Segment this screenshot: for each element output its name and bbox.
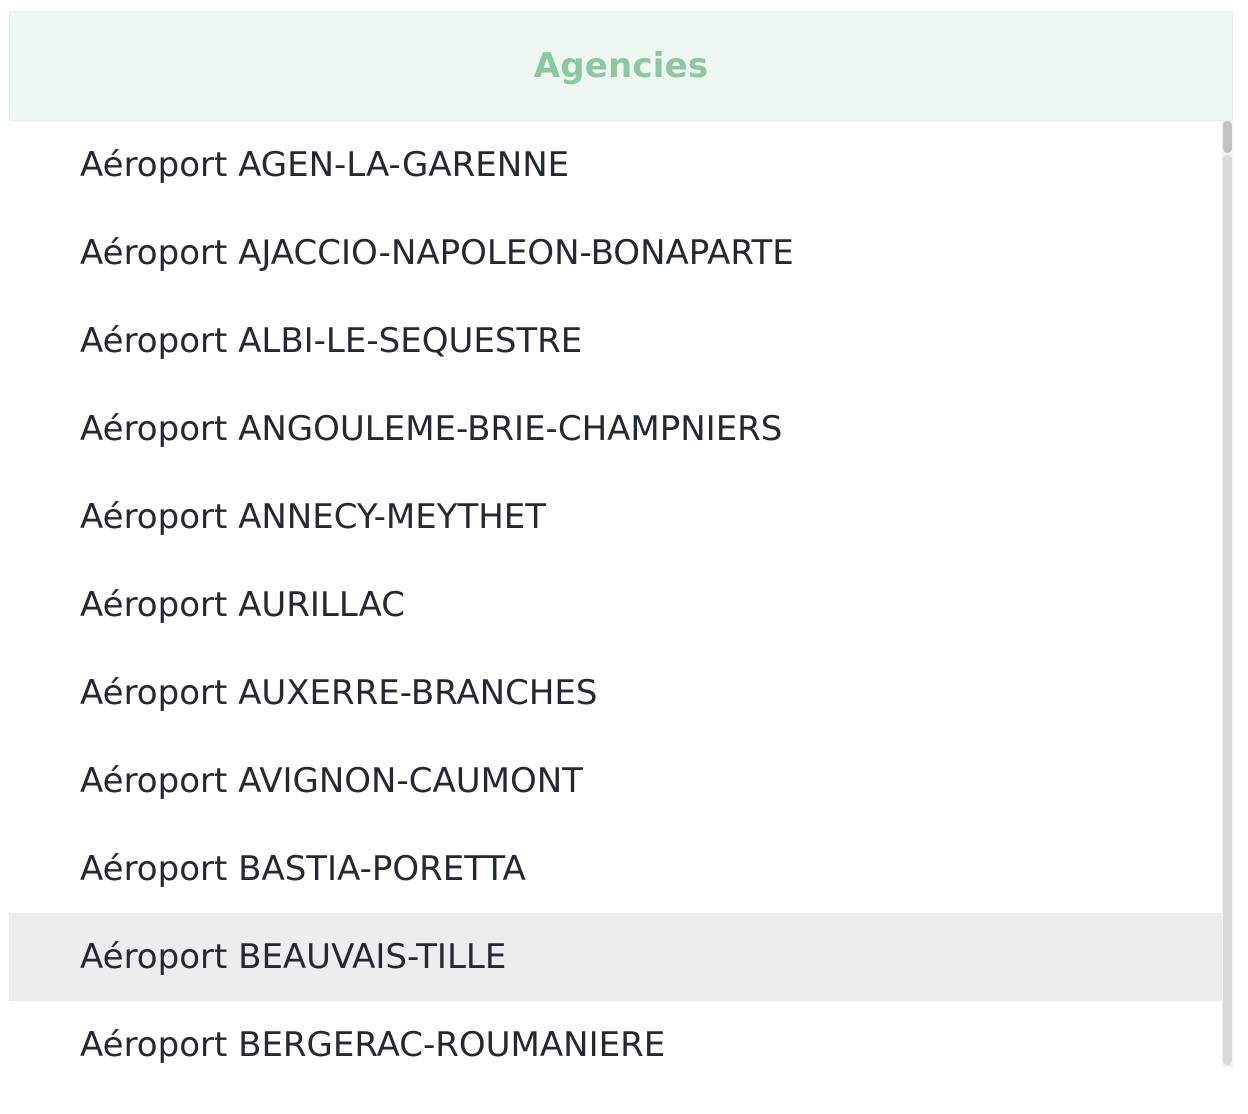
list-item[interactable]: Aéroport AGEN-LA-GARENNE — [9, 121, 1222, 209]
list-item-hovered[interactable]: Aéroport BEAUVAIS-TILLE — [9, 913, 1222, 1001]
agencies-header: Agencies — [9, 11, 1233, 121]
scrollbar-rail — [1223, 155, 1232, 1065]
list-item-label: Aéroport ANNECY-MEYTHET — [80, 497, 547, 537]
list-item[interactable]: Aéroport BERGERAC-ROUMANIERE — [9, 1001, 1222, 1067]
list-item[interactable]: Aéroport BASTIA-PORETTA — [9, 825, 1222, 913]
list-item[interactable]: Aéroport AURILLAC — [9, 561, 1222, 649]
list-item[interactable]: Aéroport AJACCIO-NAPOLEON-BONAPARTE — [9, 209, 1222, 297]
list-item[interactable]: Aéroport AUXERRE-BRANCHES — [9, 649, 1222, 737]
list-item-label: Aéroport AVIGNON-CAUMONT — [80, 761, 583, 801]
agencies-panel: Agencies Aéroport AGEN-LA-GARENNE Aéropo… — [9, 11, 1233, 1067]
vertical-scrollbar[interactable] — [1222, 121, 1233, 1067]
list-item-label: Aéroport AUXERRE-BRANCHES — [80, 673, 598, 713]
list-item-label: Aéroport AJACCIO-NAPOLEON-BONAPARTE — [80, 233, 794, 273]
list-item-label: Aéroport AURILLAC — [80, 585, 405, 625]
agencies-title: Agencies — [533, 46, 709, 86]
list-item[interactable]: Aéroport ANGOULEME-BRIE-CHAMPNIERS — [9, 385, 1222, 473]
list-item-label: Aéroport BASTIA-PORETTA — [80, 849, 526, 889]
list-item[interactable]: Aéroport ANNECY-MEYTHET — [9, 473, 1222, 561]
list-item-label: Aéroport ALBI-LE-SEQUESTRE — [80, 321, 583, 361]
list-item[interactable]: Aéroport ALBI-LE-SEQUESTRE — [9, 297, 1222, 385]
list-item-label: Aéroport BERGERAC-ROUMANIERE — [80, 1025, 666, 1065]
scrollbar-thumb[interactable] — [1223, 121, 1232, 153]
agencies-list-container[interactable]: Aéroport AGEN-LA-GARENNE Aéroport AJACCI… — [9, 121, 1233, 1067]
agencies-list: Aéroport AGEN-LA-GARENNE Aéroport AJACCI… — [9, 121, 1222, 1067]
list-item-label: Aéroport BEAUVAIS-TILLE — [80, 937, 507, 977]
list-item-label: Aéroport AGEN-LA-GARENNE — [80, 145, 570, 185]
list-item[interactable]: Aéroport AVIGNON-CAUMONT — [9, 737, 1222, 825]
list-item-label: Aéroport ANGOULEME-BRIE-CHAMPNIERS — [80, 409, 783, 449]
